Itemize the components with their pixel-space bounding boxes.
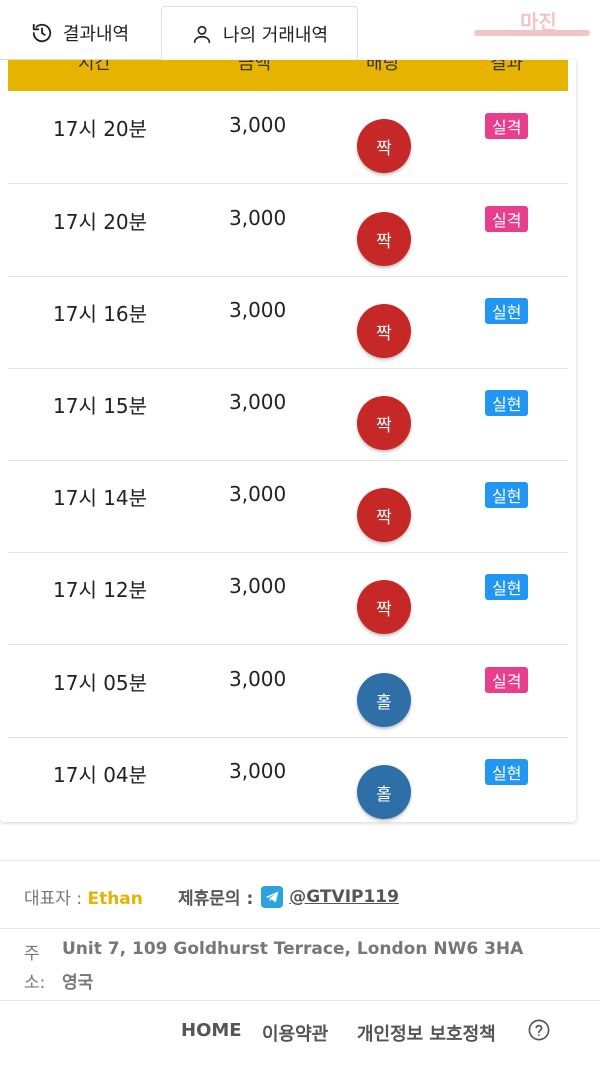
row-time: 17시 15분: [53, 394, 148, 418]
result-badge: 실현: [485, 390, 529, 416]
footer-link-terms[interactable]: 이용약관: [262, 1020, 328, 1046]
table-row: 17시 04분 3,000 홀 실현: [8, 737, 568, 829]
result-badge: 실격: [485, 667, 529, 693]
table-header: 시간 금액 배팅 결과: [8, 60, 568, 91]
table-row: 17시 14분 3,000 짝 실현: [8, 460, 568, 553]
representative: 대표자 : Ethan: [24, 884, 143, 909]
partnership-contact: 제휴문의 : @GTVIP119: [178, 884, 399, 909]
address-label: 주: [24, 944, 40, 964]
logo-bar: [474, 30, 590, 36]
row-amount: 3,000: [229, 574, 287, 598]
header-result: 결과: [490, 60, 524, 74]
bet-ball: 짝: [357, 488, 411, 542]
bet-ball: 짝: [357, 580, 411, 634]
bet-ball: 짝: [357, 304, 411, 358]
footer-divider: [0, 928, 600, 929]
row-amount: 3,000: [229, 482, 287, 506]
footer-link-privacy[interactable]: 개인정보 보호정책: [357, 1020, 496, 1046]
tab-results[interactable]: 결과내역: [0, 6, 160, 60]
header-amount: 금액: [238, 60, 272, 74]
tab-my-transactions[interactable]: 나의 거래내역: [161, 6, 358, 60]
transactions-panel: 시간 금액 배팅 결과 17시 20분 3,000 짝 실격 17시 20분 3…: [0, 60, 576, 822]
telegram-icon: [261, 885, 284, 908]
bet-ball: 짝: [357, 396, 411, 450]
telegram-link[interactable]: @GTVIP119: [289, 887, 399, 907]
row-time: 17시 05분: [53, 671, 148, 695]
user-icon: [193, 25, 211, 43]
footer-divider: [0, 1000, 600, 1001]
bet-ball: 짝: [357, 119, 411, 173]
rep-name: Ethan: [87, 889, 143, 909]
table-row: 17시 15분 3,000 짝 실현: [8, 368, 568, 461]
row-amount: 3,000: [229, 390, 287, 414]
bet-ball: 짝: [357, 212, 411, 266]
result-badge: 실현: [485, 574, 529, 600]
result-badge: 실현: [485, 298, 529, 324]
row-time: 17시 04분: [53, 763, 148, 787]
table-row: 17시 20분 3,000 짝 실격: [8, 91, 568, 184]
row-time: 17시 20분: [53, 117, 148, 141]
site-logo: 마진: [460, 6, 592, 38]
address-line: Unit 7, 109 Goldhurst Terrace, London NW…: [62, 939, 524, 959]
footer-divider: [0, 860, 600, 861]
tab-my-transactions-label: 나의 거래내역: [222, 24, 329, 46]
row-amount: 3,000: [229, 759, 287, 783]
result-badge: 실격: [485, 113, 529, 139]
row-time: 17시 14분: [53, 486, 148, 510]
row-amount: 3,000: [229, 298, 287, 322]
row-time: 17시 16분: [53, 302, 148, 326]
table-row: 17시 16분 3,000 짝 실현: [8, 276, 568, 369]
bet-ball: 홀: [357, 673, 411, 727]
table-row: 17시 05분 3,000 홀 실격: [8, 645, 568, 738]
help-icon[interactable]: [528, 1019, 550, 1041]
rep-label: 대표자 :: [24, 889, 88, 909]
header-time: 시간: [78, 60, 112, 74]
bet-ball: 홀: [357, 765, 411, 819]
row-amount: 3,000: [229, 206, 287, 230]
row-amount: 3,000: [229, 667, 287, 691]
row-amount: 3,000: [229, 113, 287, 137]
address-label: 소:: [24, 973, 46, 993]
footer-link-home[interactable]: HOME: [181, 1020, 242, 1041]
table-row: 17시 12분 3,000 짝 실현: [8, 552, 568, 645]
row-time: 17시 20분: [53, 210, 148, 234]
result-badge: 실격: [485, 206, 529, 232]
address-country: 영국: [62, 973, 94, 993]
history-icon: [32, 23, 52, 42]
table-row: 17시 20분 3,000 짝 실격: [8, 184, 568, 277]
tab-bar: 결과내역 나의 거래내역 마진: [0, 0, 600, 60]
tab-results-label: 결과내역: [62, 23, 130, 45]
row-time: 17시 12분: [53, 578, 148, 602]
contact-label: 제휴문의 :: [178, 889, 254, 909]
result-badge: 실현: [485, 759, 529, 785]
result-badge: 실현: [485, 482, 529, 508]
header-bet: 배팅: [366, 60, 400, 74]
